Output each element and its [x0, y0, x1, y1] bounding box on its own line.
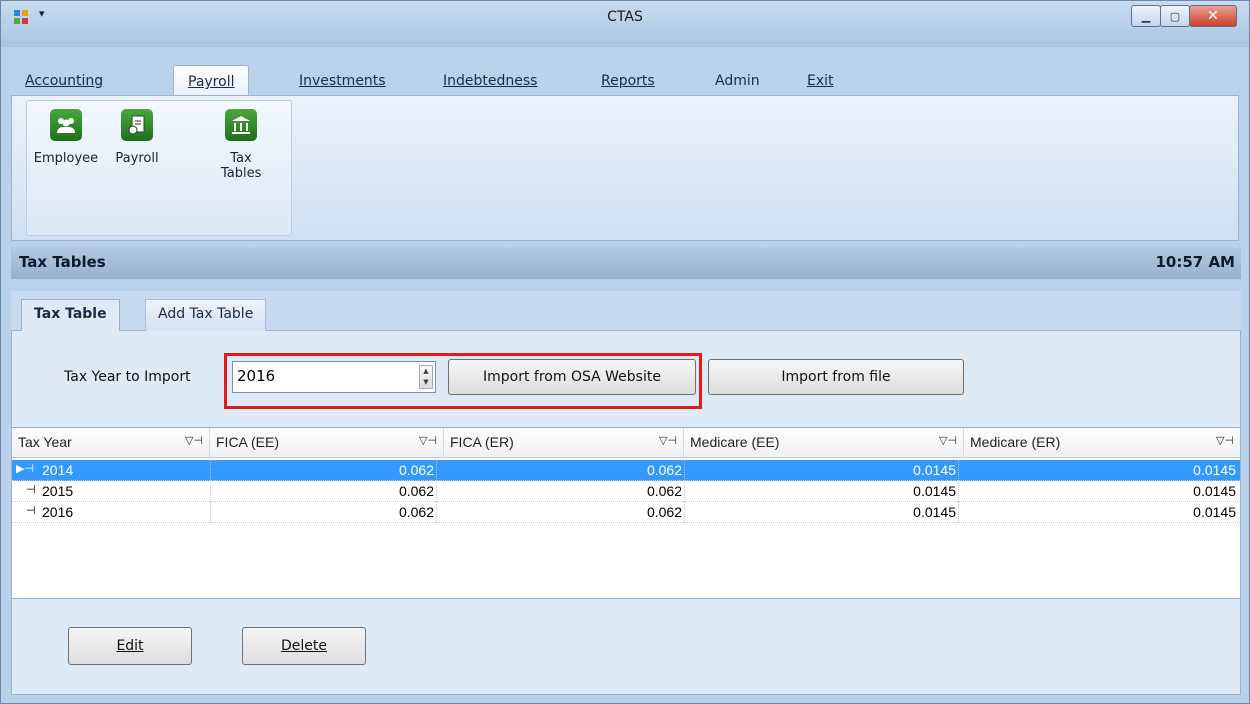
- cell-medicare-er: 0.0145: [1193, 483, 1236, 499]
- cell-tax-year: 2016: [42, 504, 74, 520]
- app-window: ▾ CTAS ▁ ▢ ✕ Accounting Payroll Investme…: [0, 0, 1250, 704]
- menu-tab-label: Exit: [807, 73, 834, 89]
- minimize-icon[interactable]: ▁: [1131, 5, 1161, 27]
- close-icon[interactable]: ✕: [1189, 5, 1237, 27]
- delete-button[interactable]: Delete: [242, 627, 366, 665]
- delete-button-label: Delete: [281, 638, 327, 654]
- section-header: Tax Tables 10:57 AM: [11, 247, 1241, 279]
- menu-tab-label: Investments: [299, 73, 386, 89]
- ribbon: Employee Payroll Tax Tables: [11, 95, 1239, 241]
- tab-tax-table[interactable]: Tax Table: [21, 299, 120, 331]
- cell-medicare-ee: 0.0145: [913, 504, 956, 520]
- filter-pin-icon[interactable]: ▽⊣: [659, 434, 677, 447]
- column-header-tax-year[interactable]: Tax Year ▽⊣: [12, 428, 210, 458]
- menu-tab-payroll[interactable]: Payroll: [173, 65, 250, 97]
- cell-tax-year: 2014: [42, 462, 74, 478]
- ribbon-button-label: Employee: [33, 151, 99, 166]
- table-row[interactable]: ▶⊣ 2014 0.062 0.062 0.0145 0.0145: [12, 460, 1240, 481]
- row-pin-icon: ⊣: [26, 505, 36, 517]
- cell-medicare-er: 0.0145: [1193, 462, 1236, 478]
- filter-pin-icon[interactable]: ▽⊣: [185, 434, 203, 447]
- ribbon-button-label: Tax Tables: [221, 151, 262, 181]
- tax-year-input[interactable]: 2016 ▲ ▼: [232, 361, 436, 393]
- menu-tab-label: Indebtedness: [443, 73, 538, 89]
- row-indicator-icon: ▶⊣: [16, 463, 35, 475]
- window-controls: ▁ ▢ ✕: [1131, 5, 1237, 29]
- column-label: Medicare (ER): [970, 434, 1061, 450]
- column-label: FICA (ER): [450, 434, 514, 450]
- filter-pin-icon[interactable]: ▽⊣: [419, 434, 437, 447]
- edit-button[interactable]: Edit: [68, 627, 192, 665]
- filter-pin-icon[interactable]: ▽⊣: [1216, 434, 1234, 447]
- tab-strip: Tax Table Add Tax Table: [11, 291, 1241, 331]
- filter-pin-icon[interactable]: ▽⊣: [939, 434, 957, 447]
- year-spinner[interactable]: ▲ ▼: [419, 365, 433, 389]
- table-row[interactable]: ⊣ 2016 0.062 0.062 0.0145 0.0145: [12, 502, 1240, 523]
- cell-tax-year: 2015: [42, 483, 74, 499]
- title-bar[interactable]: ▾ CTAS ▁ ▢ ✕: [1, 1, 1249, 47]
- cell-medicare-ee: 0.0145: [913, 462, 956, 478]
- menu-tab-admin[interactable]: Admin: [701, 69, 774, 95]
- menu-tab-reports[interactable]: Reports: [587, 69, 669, 95]
- menu-tab-label: Payroll: [188, 74, 235, 90]
- column-header-medicare-ee[interactable]: Medicare (EE) ▽⊣: [684, 428, 964, 458]
- cell-fica-ee: 0.062: [398, 462, 434, 478]
- column-label: Medicare (EE): [690, 434, 780, 450]
- column-header-medicare-er[interactable]: Medicare (ER) ▽⊣: [964, 428, 1240, 458]
- tab-label: Tax Table: [34, 306, 107, 322]
- bank-icon: [225, 109, 257, 141]
- document-icon: [121, 109, 153, 141]
- people-icon: [50, 109, 82, 141]
- column-label: FICA (EE): [216, 434, 280, 450]
- cell-fica-ee: 0.062: [398, 483, 434, 499]
- menu-bar: Accounting Payroll Investments Indebtedn…: [11, 65, 1239, 97]
- menu-tab-accounting[interactable]: Accounting: [11, 69, 117, 95]
- page-title: Tax Tables: [19, 253, 106, 271]
- cell-medicare-ee: 0.0145: [913, 483, 956, 499]
- cell-fica-er: 0.062: [646, 462, 682, 478]
- window-title: CTAS: [607, 9, 643, 25]
- tax-year-value: 2016: [237, 367, 276, 385]
- spin-up-icon[interactable]: ▲: [420, 366, 432, 377]
- import-osa-label: Import from OSA Website: [483, 369, 661, 385]
- tab-add-tax-table[interactable]: Add Tax Table: [145, 299, 267, 331]
- menu-tab-label: Accounting: [25, 73, 104, 89]
- tab-label: Add Tax Table: [158, 306, 254, 322]
- column-label: Tax Year: [18, 434, 72, 450]
- edit-button-label: Edit: [116, 638, 144, 654]
- menu-tab-label: Reports: [601, 73, 655, 89]
- import-year-label: Tax Year to Import: [64, 369, 191, 385]
- ribbon-button-tax-tables[interactable]: Tax Tables: [207, 109, 275, 181]
- table-row[interactable]: ⊣ 2015 0.062 0.062 0.0145 0.0145: [12, 481, 1240, 502]
- tax-table-panel: Tax Year to Import 2016 ▲ ▼ Import from …: [11, 331, 1241, 695]
- cell-fica-er: 0.062: [646, 504, 682, 520]
- column-header-fica-er[interactable]: FICA (ER) ▽⊣: [444, 428, 684, 458]
- clock: 10:57 AM: [1155, 253, 1235, 271]
- ribbon-group-payroll: Employee Payroll Tax Tables: [26, 100, 292, 236]
- cell-medicare-er: 0.0145: [1193, 504, 1236, 520]
- ribbon-button-label: Payroll: [115, 151, 159, 166]
- column-header-fica-ee[interactable]: FICA (EE) ▽⊣: [210, 428, 444, 458]
- maximize-icon[interactable]: ▢: [1160, 5, 1190, 27]
- menu-tab-exit[interactable]: Exit: [793, 69, 848, 95]
- tax-table-grid[interactable]: Tax Year ▽⊣ FICA (EE) ▽⊣ FICA (ER) ▽⊣ Medic…: [12, 427, 1240, 599]
- ribbon-button-employee[interactable]: Employee: [31, 109, 101, 166]
- ribbon-button-payroll[interactable]: Payroll: [107, 109, 167, 166]
- spin-down-icon[interactable]: ▼: [420, 377, 432, 388]
- row-pin-icon: ⊣: [26, 484, 36, 496]
- menu-tab-indebtedness[interactable]: Indebtedness: [429, 69, 551, 95]
- grid-header: Tax Year ▽⊣ FICA (EE) ▽⊣ FICA (ER) ▽⊣ Medic…: [12, 428, 1240, 458]
- menu-tab-label: Admin: [715, 73, 760, 89]
- import-file-label: Import from file: [781, 369, 891, 385]
- import-osa-button[interactable]: Import from OSA Website: [448, 359, 696, 395]
- menu-tab-investments[interactable]: Investments: [285, 69, 400, 95]
- cell-fica-er: 0.062: [646, 483, 682, 499]
- import-file-button[interactable]: Import from file: [708, 359, 964, 395]
- cell-fica-ee: 0.062: [398, 504, 434, 520]
